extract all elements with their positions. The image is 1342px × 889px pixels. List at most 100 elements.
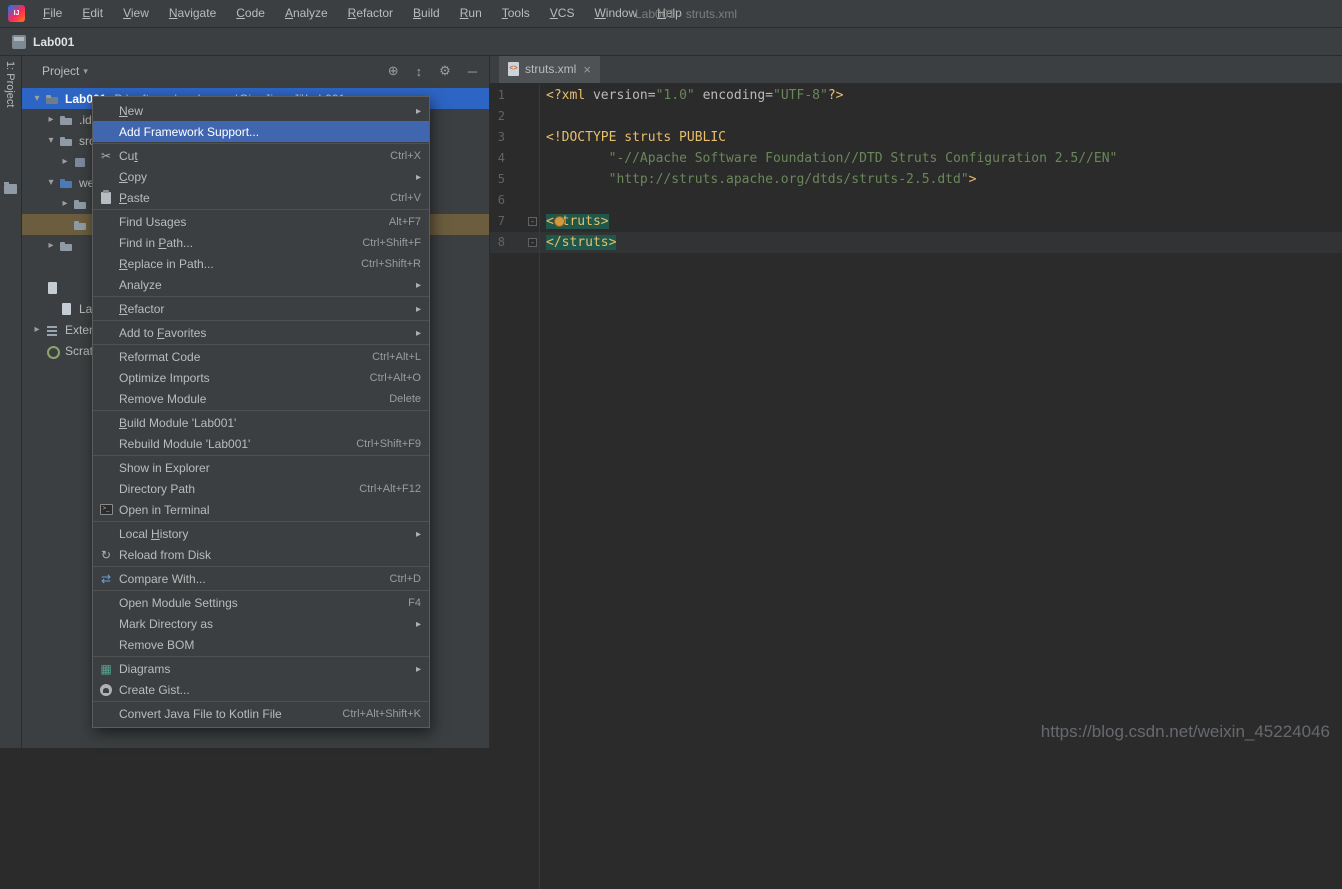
menu-item-reload-from-disk[interactable]: ↻Reload from Disk: [93, 544, 429, 565]
menu-item-icon-slot: ⇄: [97, 571, 115, 587]
settings-icon[interactable]: ⚙: [439, 63, 451, 79]
menu-separator: [93, 143, 429, 144]
menu-item-build-module-lab001[interactable]: Build Module 'Lab001': [93, 412, 429, 433]
menu-build[interactable]: Build: [403, 0, 450, 27]
menu-item-reformat-code[interactable]: Reformat CodeCtrl+Alt+L: [93, 346, 429, 367]
menu-item-open-in-terminal[interactable]: >_Open in Terminal: [93, 499, 429, 520]
collapse-icon[interactable]: ↕: [416, 64, 423, 79]
project-tool-button[interactable]: 1: Project: [0, 56, 20, 112]
menu-run[interactable]: Run: [450, 0, 492, 27]
menu-item-label: Add Framework Support...: [119, 125, 259, 139]
folder-icon: [58, 133, 74, 149]
folder-icon: [58, 112, 74, 128]
menu-item-shortcut: Ctrl+X: [378, 150, 421, 162]
code-line-7[interactable]: 7-<struts>: [490, 211, 1342, 232]
menu-item-mark-directory-as[interactable]: Mark Directory as▸: [93, 613, 429, 634]
code-line-8[interactable]: 8-</struts>: [490, 232, 1342, 253]
line-number: 1: [490, 85, 539, 106]
code-line-5[interactable]: 5 "http://struts.apache.org/dtds/struts-…: [490, 169, 1342, 190]
menu-item-cut[interactable]: ✂CutCtrl+X: [93, 145, 429, 166]
code-line-4[interactable]: 4 "-//Apache Software Foundation//DTD St…: [490, 148, 1342, 169]
menu-item-copy[interactable]: Copy▸: [93, 166, 429, 187]
menu-file[interactable]: File: [33, 0, 72, 27]
close-icon[interactable]: ×: [583, 63, 591, 76]
menu-item-add-framework-support[interactable]: Add Framework Support...: [93, 121, 429, 142]
chevron-right-icon[interactable]: ▸: [44, 240, 58, 251]
menu-item-icon-slot: [97, 169, 115, 185]
menu-view[interactable]: View: [113, 0, 159, 27]
menu-item-remove-bom[interactable]: Remove BOM: [93, 634, 429, 655]
fold-icon[interactable]: -: [528, 238, 537, 247]
menu-item-icon-slot: [97, 415, 115, 431]
menu-item-convert-java-file-to-kotlin-file[interactable]: Convert Java File to Kotlin FileCtrl+Alt…: [93, 703, 429, 724]
menu-separator: [93, 410, 429, 411]
idea-logo-icon: IJ: [8, 5, 25, 22]
menu-item-label: Open in Terminal: [119, 503, 210, 517]
menu-edit[interactable]: Edit: [72, 0, 113, 27]
menu-refactor[interactable]: Refactor: [338, 0, 403, 27]
code-line-1[interactable]: 1<?xml version="1.0" encoding="UTF-8"?>: [490, 85, 1342, 106]
menu-item-analyze[interactable]: Analyze▸: [93, 274, 429, 295]
context-menu: New▸Add Framework Support...✂CutCtrl+XCo…: [92, 96, 430, 728]
chevron-right-icon[interactable]: ▸: [58, 198, 72, 209]
menu-item-optimize-imports[interactable]: Optimize ImportsCtrl+Alt+O: [93, 367, 429, 388]
menu-item-add-to-favorites[interactable]: Add to Favorites▸: [93, 322, 429, 343]
chevron-right-icon[interactable]: ▸: [58, 156, 72, 167]
project-panel-header: Project ▾ ⊕ ↕ ⚙ ─: [22, 56, 489, 86]
menu-navigate[interactable]: Navigate: [159, 0, 226, 27]
menu-item-label: Paste: [119, 191, 150, 205]
menu-item-find-usages[interactable]: Find UsagesAlt+F7: [93, 211, 429, 232]
menu-item-refactor[interactable]: Refactor▸: [93, 298, 429, 319]
menu-item-new[interactable]: New▸: [93, 100, 429, 121]
menu-separator: [93, 209, 429, 210]
chevron-down-icon[interactable]: ▾: [30, 93, 44, 104]
tab-struts-xml[interactable]: struts.xml ×: [499, 55, 600, 83]
chevron-down-icon[interactable]: ▾: [83, 66, 88, 77]
menu-item-shortcut: Ctrl+Alt+Shift+K: [330, 708, 421, 720]
menu-item-paste[interactable]: PasteCtrl+V: [93, 187, 429, 208]
folder-icon[interactable]: [4, 184, 17, 194]
code-line-2[interactable]: 2: [490, 106, 1342, 127]
menu-item-create-gist[interactable]: Create Gist...: [93, 679, 429, 700]
menu-vcs[interactable]: VCS: [540, 0, 585, 27]
menu-item-shortcut: ▸: [404, 327, 421, 339]
menu-item-icon-slot: [97, 214, 115, 230]
locate-icon[interactable]: ⊕: [388, 63, 399, 79]
line-number: 8-: [490, 232, 539, 253]
menu-item-diagrams[interactable]: ▦Diagrams▸: [93, 658, 429, 679]
menu-item-open-module-settings[interactable]: Open Module SettingsF4: [93, 592, 429, 613]
menu-item-shortcut: F4: [396, 597, 421, 609]
menu-item-local-history[interactable]: Local History▸: [93, 523, 429, 544]
menu-item-compare-with[interactable]: ⇄Compare With...Ctrl+D: [93, 568, 429, 589]
menu-item-remove-module[interactable]: Remove ModuleDelete: [93, 388, 429, 409]
menu-item-find-in-path[interactable]: Find in Path...Ctrl+Shift+F: [93, 232, 429, 253]
chevron-right-icon[interactable]: ▸: [44, 114, 58, 125]
chevron-down-icon[interactable]: ▾: [44, 177, 58, 188]
project-icon: [44, 91, 60, 107]
code-text: [539, 190, 1342, 211]
breadcrumb[interactable]: Lab001: [33, 35, 74, 49]
submenu-arrow-icon: ▸: [416, 106, 421, 117]
menu-code[interactable]: Code: [226, 0, 275, 27]
panel-title: Project: [42, 64, 79, 78]
chevron-down-icon[interactable]: ▾: [44, 135, 58, 146]
menu-analyze[interactable]: Analyze: [275, 0, 338, 27]
menu-item-directory-path[interactable]: Directory PathCtrl+Alt+F12: [93, 478, 429, 499]
chevron-right-icon[interactable]: ▸: [30, 324, 44, 335]
paste-icon: [101, 192, 111, 204]
hide-icon[interactable]: ─: [468, 64, 477, 79]
tab-label: struts.xml: [525, 62, 576, 76]
menu-item-label: Directory Path: [119, 482, 195, 496]
fold-icon[interactable]: -: [528, 217, 537, 226]
menu-tools[interactable]: Tools: [492, 0, 540, 27]
menu-item-label: Diagrams: [119, 662, 170, 676]
menu-item-show-in-explorer[interactable]: Show in Explorer: [93, 457, 429, 478]
code-line-6[interactable]: 6: [490, 190, 1342, 211]
menu-item-rebuild-module-lab001[interactable]: Rebuild Module 'Lab001'Ctrl+Shift+F9: [93, 433, 429, 454]
menu-separator: [93, 296, 429, 297]
menu-item-icon-slot: [97, 526, 115, 542]
menu-item-icon-slot: [97, 616, 115, 632]
menu-item-replace-in-path[interactable]: Replace in Path...Ctrl+Shift+R: [93, 253, 429, 274]
menu-item-shortcut: Ctrl+Shift+F9: [344, 438, 421, 450]
code-line-3[interactable]: 3<!DOCTYPE struts PUBLIC: [490, 127, 1342, 148]
